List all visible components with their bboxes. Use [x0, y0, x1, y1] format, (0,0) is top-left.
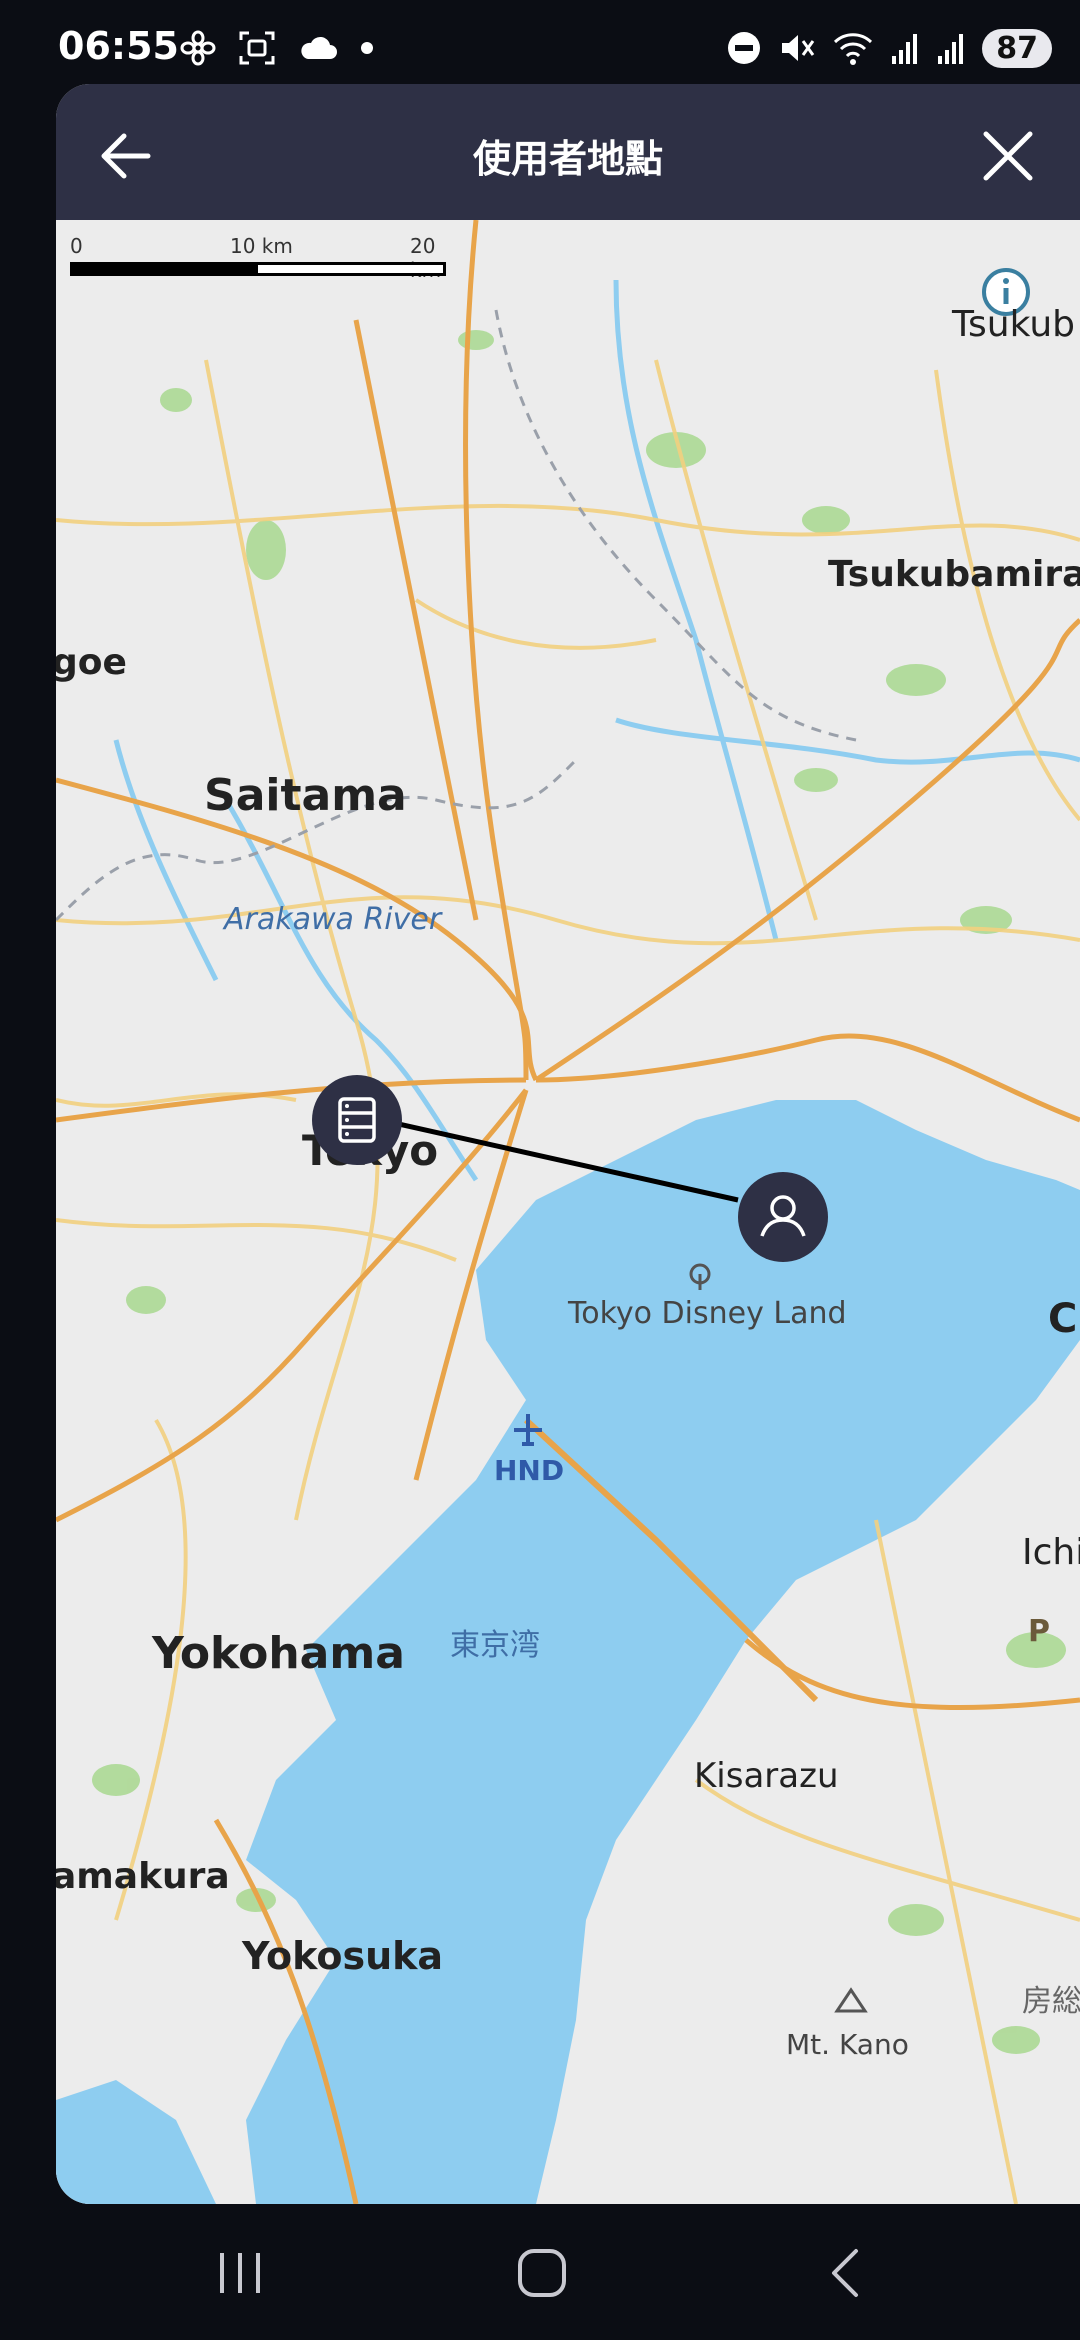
scale-bar-segment: [258, 265, 443, 273]
home-icon: [518, 2249, 566, 2297]
status-icons-right: 87: [726, 26, 1052, 70]
server-icon: [338, 1097, 376, 1143]
nav-back-icon: [832, 2249, 858, 2297]
status-bar: 06:55 87: [0, 0, 1080, 90]
place-label: 房総: [1022, 1984, 1080, 2019]
place-label: Arakawa River: [224, 902, 442, 937]
place-label: P: [1028, 1614, 1050, 1649]
server-marker[interactable]: [312, 1075, 402, 1165]
map-scale: 0 10 km 20 km: [70, 234, 460, 284]
signal-icon: [892, 34, 918, 64]
airport-icon: [514, 1414, 542, 1446]
flower-icon: [180, 30, 216, 66]
place-label: 東京湾: [450, 1628, 540, 1663]
battery-level: 87: [982, 28, 1052, 68]
user-location-sheet: 使用者地點 0 10 km 20 Tsukub Tsukubamira goe …: [56, 84, 1080, 2204]
landmark-icon: [689, 1263, 711, 1290]
place-label: Yokosuka: [242, 1934, 444, 1978]
place-label: Kisarazu: [694, 1756, 839, 1796]
page-title: 使用者地點: [472, 137, 663, 181]
home-button[interactable]: [502, 2238, 582, 2308]
place-label: Tsukubamira: [828, 554, 1080, 595]
dot-icon: [361, 42, 373, 54]
place-label: amakura: [56, 1856, 230, 1897]
screenshot-icon: [239, 31, 275, 65]
scale-label-10: 10 km: [230, 234, 293, 258]
status-icons-left: [180, 28, 374, 68]
place-label: C: [1048, 1296, 1078, 1342]
place-label: Yokohama: [152, 1628, 405, 1679]
place-label: Mt. Kano: [786, 2028, 909, 2061]
recents-icon: [220, 2253, 260, 2293]
header-bar: 使用者地點: [56, 84, 1080, 220]
cloud-icon: [301, 36, 337, 59]
signal-icon: [938, 34, 964, 64]
mountain-icon: [834, 1987, 868, 2013]
place-label: Saitama: [204, 770, 407, 821]
scale-label-0: 0: [70, 234, 83, 258]
recents-button[interactable]: [200, 2238, 280, 2308]
close-button[interactable]: [972, 120, 1044, 192]
user-marker[interactable]: [738, 1172, 828, 1262]
place-label: Ichi: [1022, 1532, 1080, 1573]
mute-icon: [782, 35, 815, 61]
map-view[interactable]: 0 10 km 20 km Tsukub Tsukubamira goe Sai…: [56, 220, 1080, 2204]
nav-back-button[interactable]: [806, 2238, 886, 2308]
user-icon: [760, 1195, 806, 1237]
navigation-bar: [0, 2204, 1080, 2340]
map-canvas: [56, 220, 1080, 2204]
place-label: Tokyo Disney Land: [568, 1296, 847, 1331]
dnd-icon: [728, 32, 761, 64]
place-label: HND: [494, 1454, 565, 1487]
place-label: goe: [56, 642, 127, 683]
close-icon: [983, 131, 1033, 181]
place-label: Tsukub: [952, 304, 1076, 345]
status-time: 06:55: [58, 24, 179, 68]
wifi-icon: [834, 33, 873, 65]
